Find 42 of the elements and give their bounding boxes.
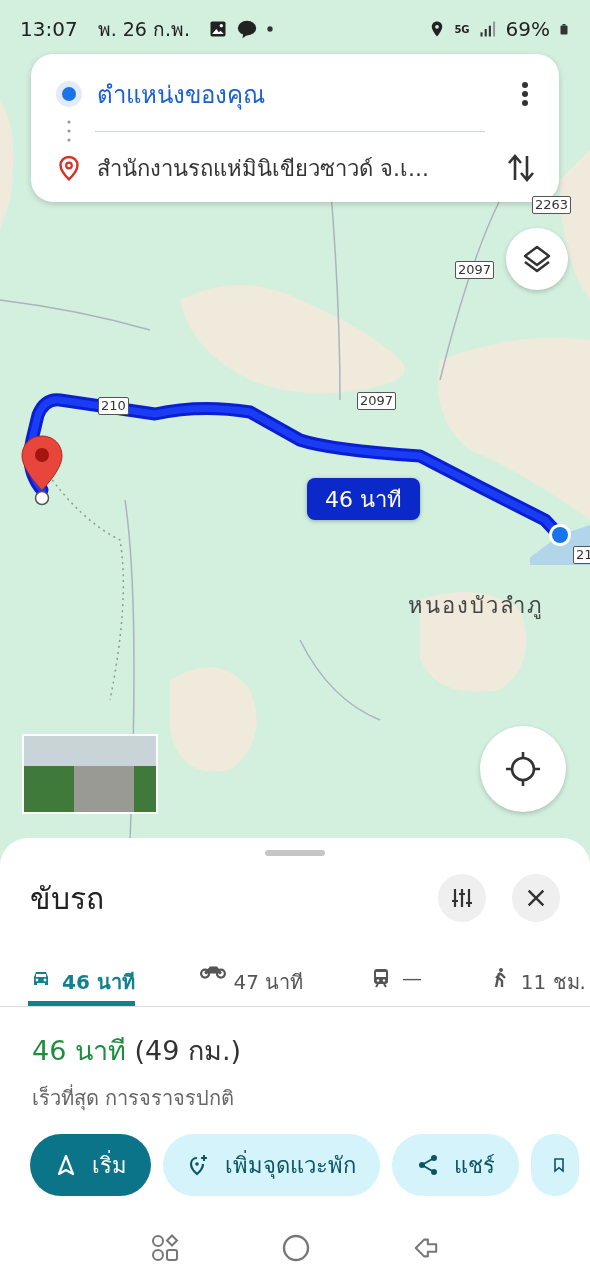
road-number: 2097 <box>357 392 397 410</box>
status-time: 13:07 <box>20 17 78 41</box>
layers-icon <box>522 244 552 274</box>
travel-mode-tab[interactable]: 46 นาที <box>28 948 135 1006</box>
route-summary: 46 นาที (49 กม.) <box>32 1034 243 1068</box>
destination-field[interactable]: สำนักงานรถแห่มินิเขียวซาวด์ จ.เ... <box>97 150 493 186</box>
travel-mode-tab[interactable]: 47 นาที <box>199 948 304 1006</box>
motorcycle-icon <box>199 966 226 980</box>
road-number: 210 <box>98 397 129 415</box>
add-stop-button[interactable]: เพิ่มจุดแวะพัก <box>163 1134 380 1196</box>
place-name: หนองบัวลำภู <box>408 592 544 621</box>
recent-apps-icon[interactable] <box>151 1234 180 1262</box>
road-number: 2263 <box>532 196 572 214</box>
share-icon <box>416 1153 440 1177</box>
road-number: 2097 <box>455 261 495 279</box>
more-options-icon[interactable] <box>521 81 529 107</box>
sliders-icon <box>450 886 474 910</box>
share-button[interactable]: แชร์ <box>392 1134 519 1196</box>
dot-icon <box>266 25 274 33</box>
start-button[interactable]: เริ่ม <box>30 1134 151 1196</box>
origin-field[interactable]: ตำแหน่งของคุณ <box>97 74 507 114</box>
status-date: พ. 26 ก.พ. <box>97 17 190 42</box>
travel-mode-tab[interactable]: — <box>368 948 423 1006</box>
destination-pin-icon <box>20 434 64 506</box>
chat-bubble-icon <box>236 18 258 40</box>
origin-dot-icon <box>55 80 83 108</box>
home-icon[interactable] <box>282 1234 310 1262</box>
close-button[interactable] <box>512 874 560 922</box>
network-label: 5G <box>454 23 470 35</box>
save-button[interactable] <box>531 1134 579 1196</box>
travel-mode-tab[interactable]: 11 ชม. <box>486 948 586 1006</box>
crosshair-icon <box>503 749 543 789</box>
battery-percentage: 69% <box>505 17 550 41</box>
route-note: เร็วที่สุด การจราจรปกติ <box>32 1083 236 1113</box>
close-icon <box>525 887 547 909</box>
swap-icon[interactable] <box>507 152 535 184</box>
dotted-connector-icon <box>67 120 71 142</box>
route-options-button[interactable] <box>438 874 486 922</box>
sheet-title: ขับรถ <box>30 879 105 918</box>
street-view-thumbnail[interactable] <box>22 734 158 814</box>
route-time-label: 46 นาที <box>307 478 420 520</box>
drag-handle[interactable] <box>265 850 325 856</box>
